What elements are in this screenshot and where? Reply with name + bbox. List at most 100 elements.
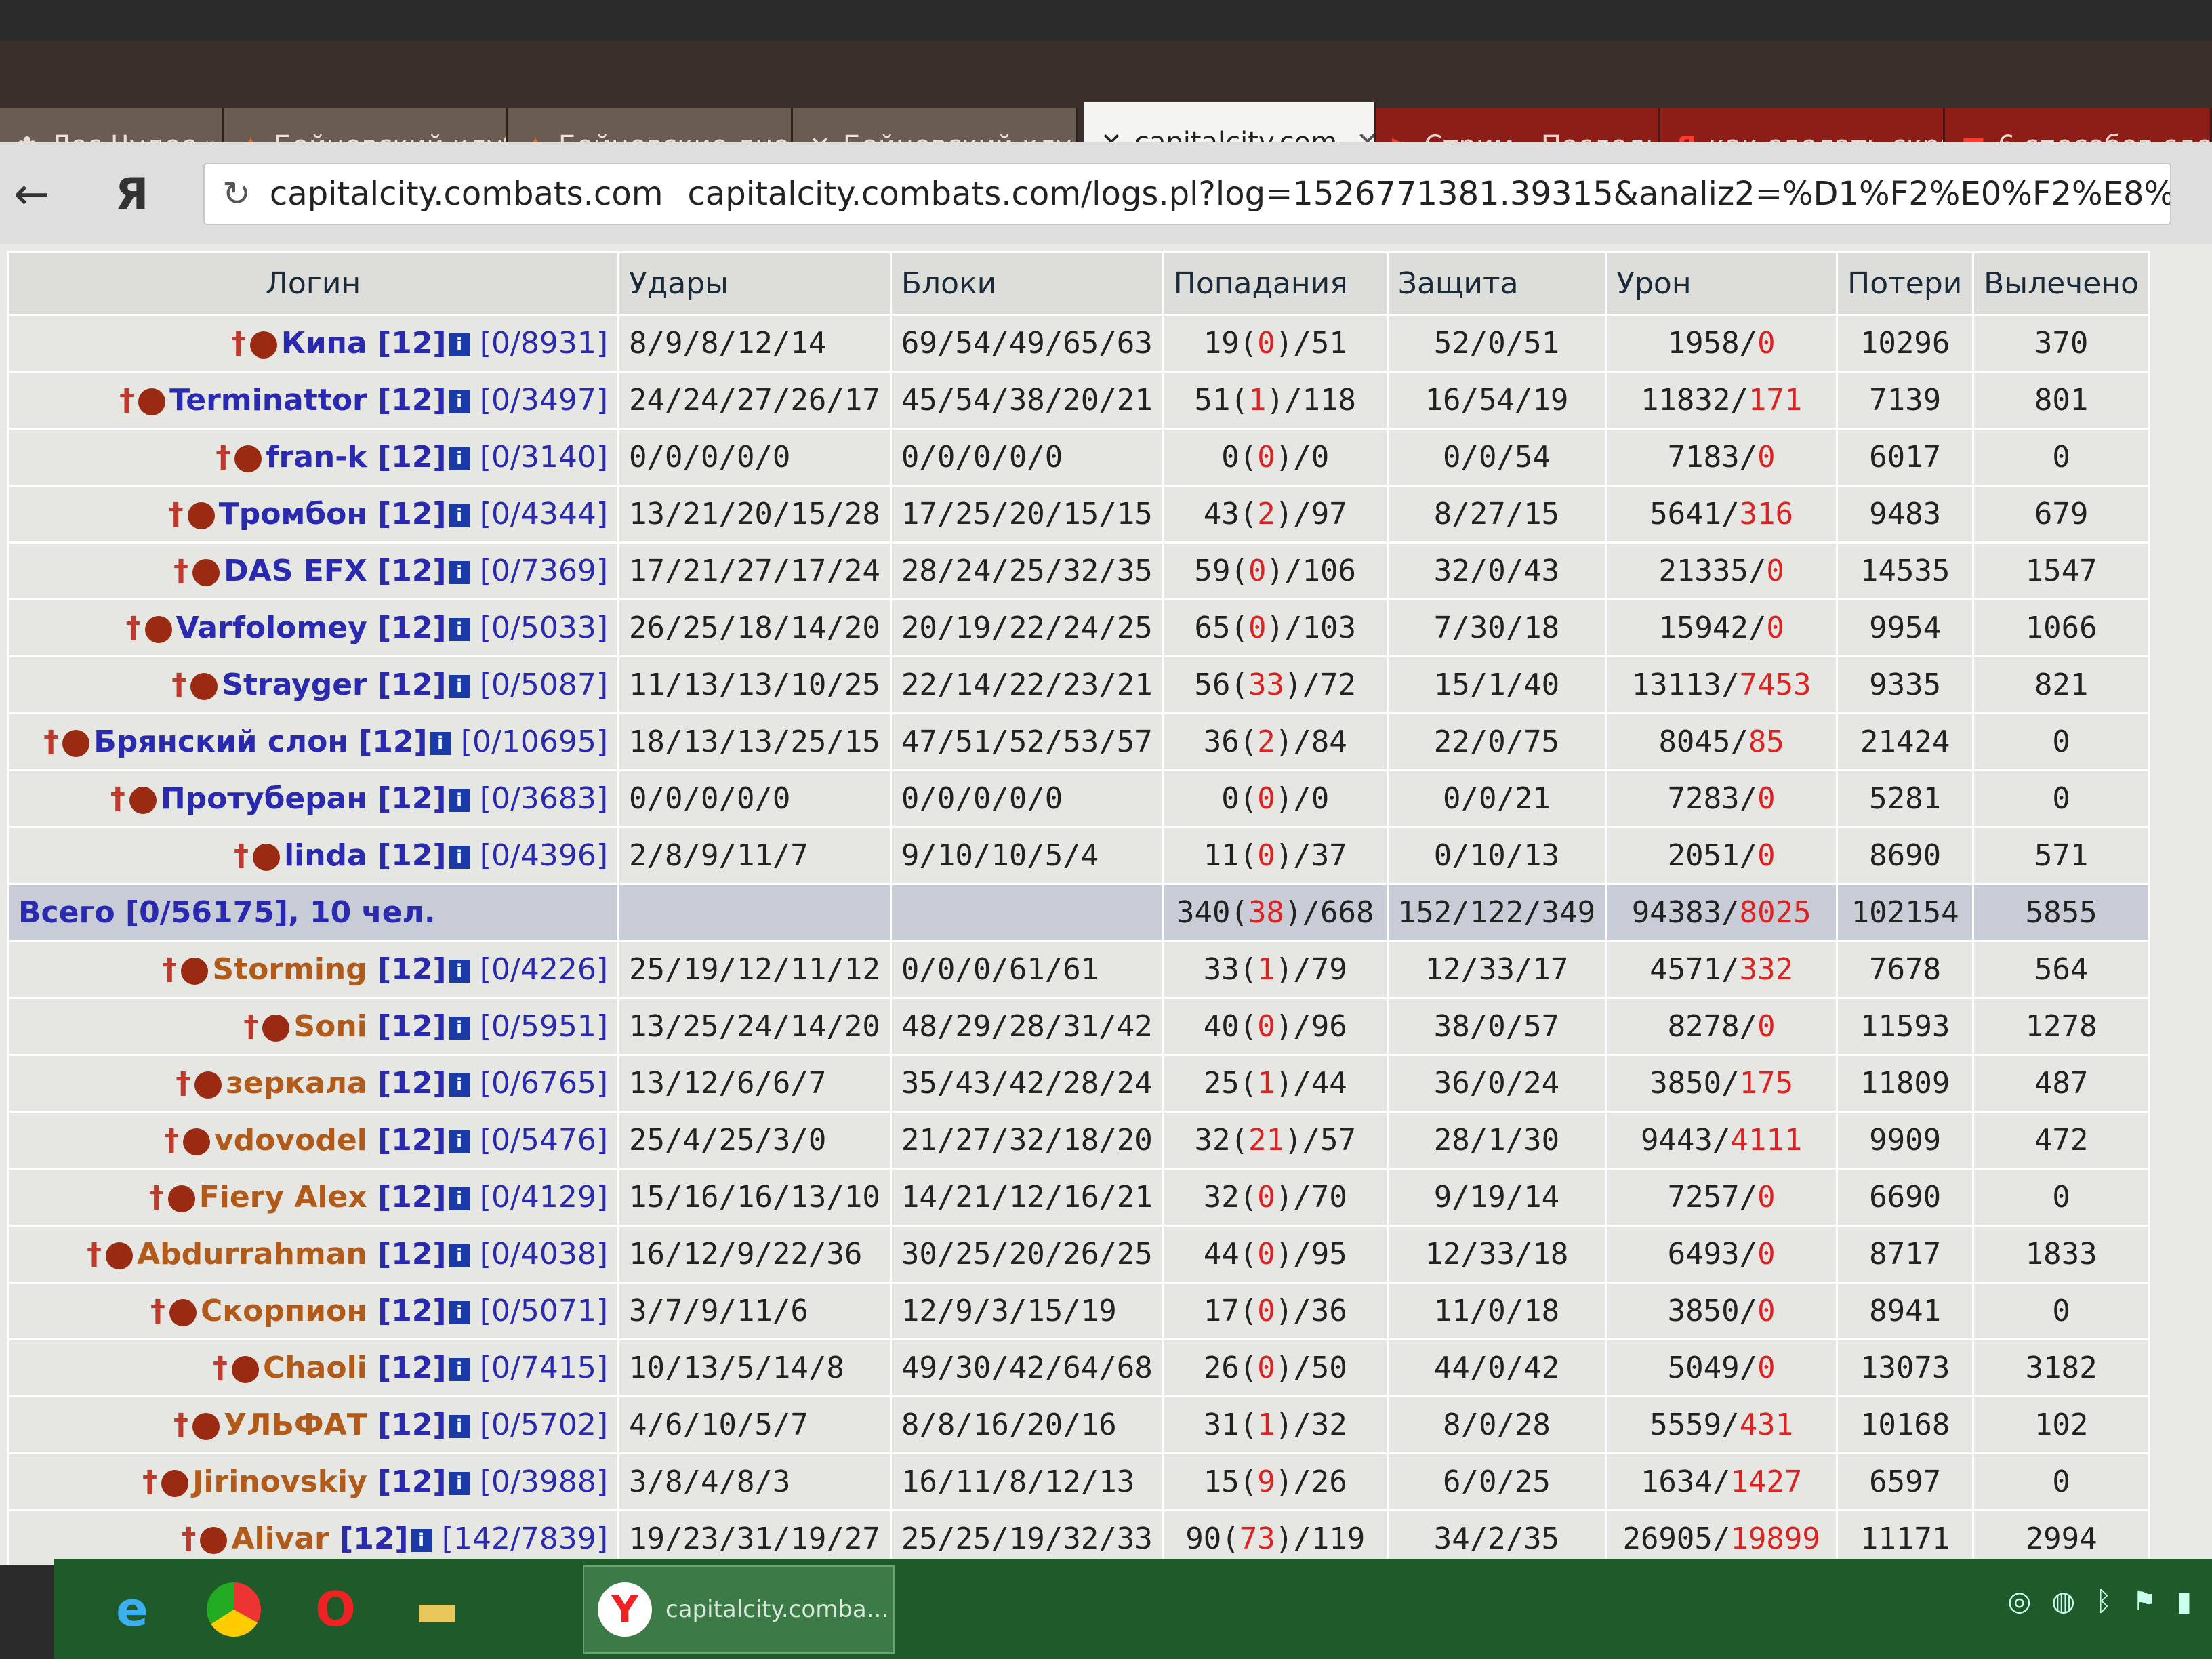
player-nick[interactable]: Varfolomey (176, 611, 367, 645)
healed-value: 0 (2052, 781, 2070, 816)
player-level: [12] (377, 497, 447, 531)
player-nick[interactable]: УЛЬФАТ (224, 1408, 367, 1442)
hit-count-cell: 32(0)/70 (1162, 1168, 1389, 1227)
cross-icon: † (234, 838, 249, 873)
file-explorer-icon[interactable]: ▬ (400, 1572, 474, 1647)
info-icon[interactable]: i (449, 618, 470, 641)
player-hp: [0/3497] (479, 383, 608, 417)
flag-icon[interactable]: ⚑ (2132, 1586, 2156, 1617)
total-damage: 94383/ (1631, 895, 1740, 930)
info-icon[interactable]: i (449, 504, 470, 527)
damage-crit: 175 (1739, 1066, 1794, 1101)
losses-cell: 21424 (1836, 712, 1975, 771)
player-nick[interactable]: Soni (293, 1009, 367, 1044)
hit-count-cell: 19(0)/51 (1162, 314, 1389, 373)
info-icon[interactable]: i (411, 1529, 432, 1552)
defense-value: 32/0/43 (1433, 554, 1560, 588)
player-nick[interactable]: Брянский слон (94, 724, 348, 759)
internet-explorer-icon[interactable]: e (95, 1572, 169, 1647)
info-icon[interactable]: i (449, 1244, 470, 1267)
info-icon[interactable]: i (449, 846, 470, 869)
hit-count-a: 56( (1194, 668, 1249, 702)
damage-cell: 15942/0 (1605, 598, 1839, 657)
defense-cell: 12/33/17 (1386, 940, 1607, 999)
losses-cell: 8941 (1836, 1282, 1975, 1340)
defense-value: 36/0/24 (1433, 1066, 1560, 1101)
clan-emblem-icon (183, 1128, 210, 1155)
player-nick[interactable]: Кипа (281, 326, 367, 361)
info-icon[interactable]: i (449, 1130, 470, 1153)
player-nick[interactable]: vdovodel (214, 1123, 367, 1158)
player-nick[interactable]: Abdurrahman (137, 1237, 367, 1271)
hits-cell: 24/24/27/26/17 (617, 371, 892, 430)
cross-icon: † (173, 554, 189, 588)
opera-icon[interactable]: O (298, 1572, 373, 1647)
blocks-value: 22/14/22/23/21 (901, 668, 1153, 702)
login-cell: † Terminattor [12] i [0/3497] (7, 371, 619, 430)
info-icon[interactable]: i (449, 333, 470, 356)
player-nick[interactable]: Протуберан (161, 781, 367, 816)
chrome-icon[interactable] (197, 1572, 271, 1647)
bluetooth-icon[interactable]: ᛒ (2095, 1586, 2112, 1617)
hit-count-a: 65( (1194, 611, 1249, 645)
losses-cell: 9909 (1836, 1111, 1975, 1170)
address-bar: ← Я ↻ capitalcity.combats.com capitalcit… (0, 142, 2212, 246)
cross-icon: † (87, 1237, 102, 1271)
network-icon[interactable]: ◎ (2007, 1586, 2031, 1617)
url-field[interactable]: ↻ capitalcity.combats.com capitalcity.co… (203, 163, 2171, 225)
taskbar-active-window[interactable]: Y capitalcity.comba... (583, 1565, 895, 1654)
info-icon[interactable]: i (449, 1472, 470, 1495)
info-icon[interactable]: i (430, 732, 451, 755)
damage-value: 3850/ (1667, 1294, 1758, 1328)
player-nick[interactable]: Storming (212, 952, 367, 987)
defense-cell: 52/0/51 (1386, 314, 1607, 373)
info-icon[interactable]: i (449, 960, 470, 983)
blocks-cell: 69/54/49/65/63 (889, 314, 1164, 373)
info-icon[interactable]: i (449, 789, 470, 812)
info-icon[interactable]: i (449, 1073, 470, 1097)
player-hp: [0/3140] (479, 440, 608, 474)
damage-crit: 0 (1757, 1294, 1776, 1328)
healed-cell: 487 (1972, 1054, 2151, 1113)
info-icon[interactable]: i (449, 1358, 470, 1381)
cross-icon: † (125, 611, 141, 645)
hit-count-a: 11( (1203, 838, 1258, 873)
info-icon[interactable]: i (449, 675, 470, 698)
clan-emblem-icon (253, 844, 281, 871)
info-icon[interactable]: i (449, 390, 470, 413)
yandex-logo-icon[interactable]: Я (115, 169, 148, 220)
player-level: [12] (377, 838, 447, 873)
table-row: † linda [12] i [0/4396] 2/8/9/11/7 9/10/10/5… (7, 826, 2151, 885)
player-nick[interactable]: Strayger (222, 668, 367, 702)
info-icon[interactable]: i (449, 1187, 470, 1210)
player-nick[interactable]: linda (284, 838, 367, 873)
player-nick[interactable]: Alivar (231, 1521, 329, 1556)
player-nick[interactable]: Jirinovskiy (192, 1465, 367, 1499)
blocks-cell: 47/51/52/53/57 (889, 712, 1164, 771)
damage-cell: 1958/0 (1605, 314, 1839, 373)
info-icon[interactable]: i (449, 561, 470, 584)
losses-cell: 7678 (1836, 940, 1975, 999)
player-nick[interactable]: Скорпион (201, 1294, 367, 1328)
player-nick[interactable]: DAS EFX (224, 554, 367, 588)
player-nick[interactable]: Fiery Alex (199, 1180, 367, 1214)
info-icon[interactable]: i (449, 447, 470, 470)
player-nick[interactable]: Terminattor (169, 383, 367, 417)
info-icon[interactable]: i (449, 1301, 470, 1324)
hit-count-cell: 90(73)/119 (1162, 1509, 1389, 1565)
losses-value: 13073 (1860, 1351, 1950, 1385)
header-healed: Вылечено (1972, 251, 2151, 316)
total-hits-cell (617, 883, 892, 942)
player-nick[interactable]: fran-k (266, 440, 367, 474)
cross-icon: † (243, 1009, 259, 1044)
battery-icon[interactable]: ▮ (2177, 1586, 2192, 1617)
reload-icon[interactable]: ↻ (222, 174, 251, 213)
info-icon[interactable]: i (449, 1017, 470, 1040)
info-icon[interactable]: i (449, 1415, 470, 1438)
back-arrow-icon[interactable]: ← (14, 169, 50, 220)
player-nick[interactable]: Chaoli (263, 1351, 367, 1385)
player-nick[interactable]: Тромбон (219, 497, 367, 531)
volume-icon[interactable]: ◍ (2051, 1586, 2075, 1617)
player-nick[interactable]: зеркала (226, 1066, 367, 1101)
clan-emblem-icon (161, 1470, 189, 1497)
